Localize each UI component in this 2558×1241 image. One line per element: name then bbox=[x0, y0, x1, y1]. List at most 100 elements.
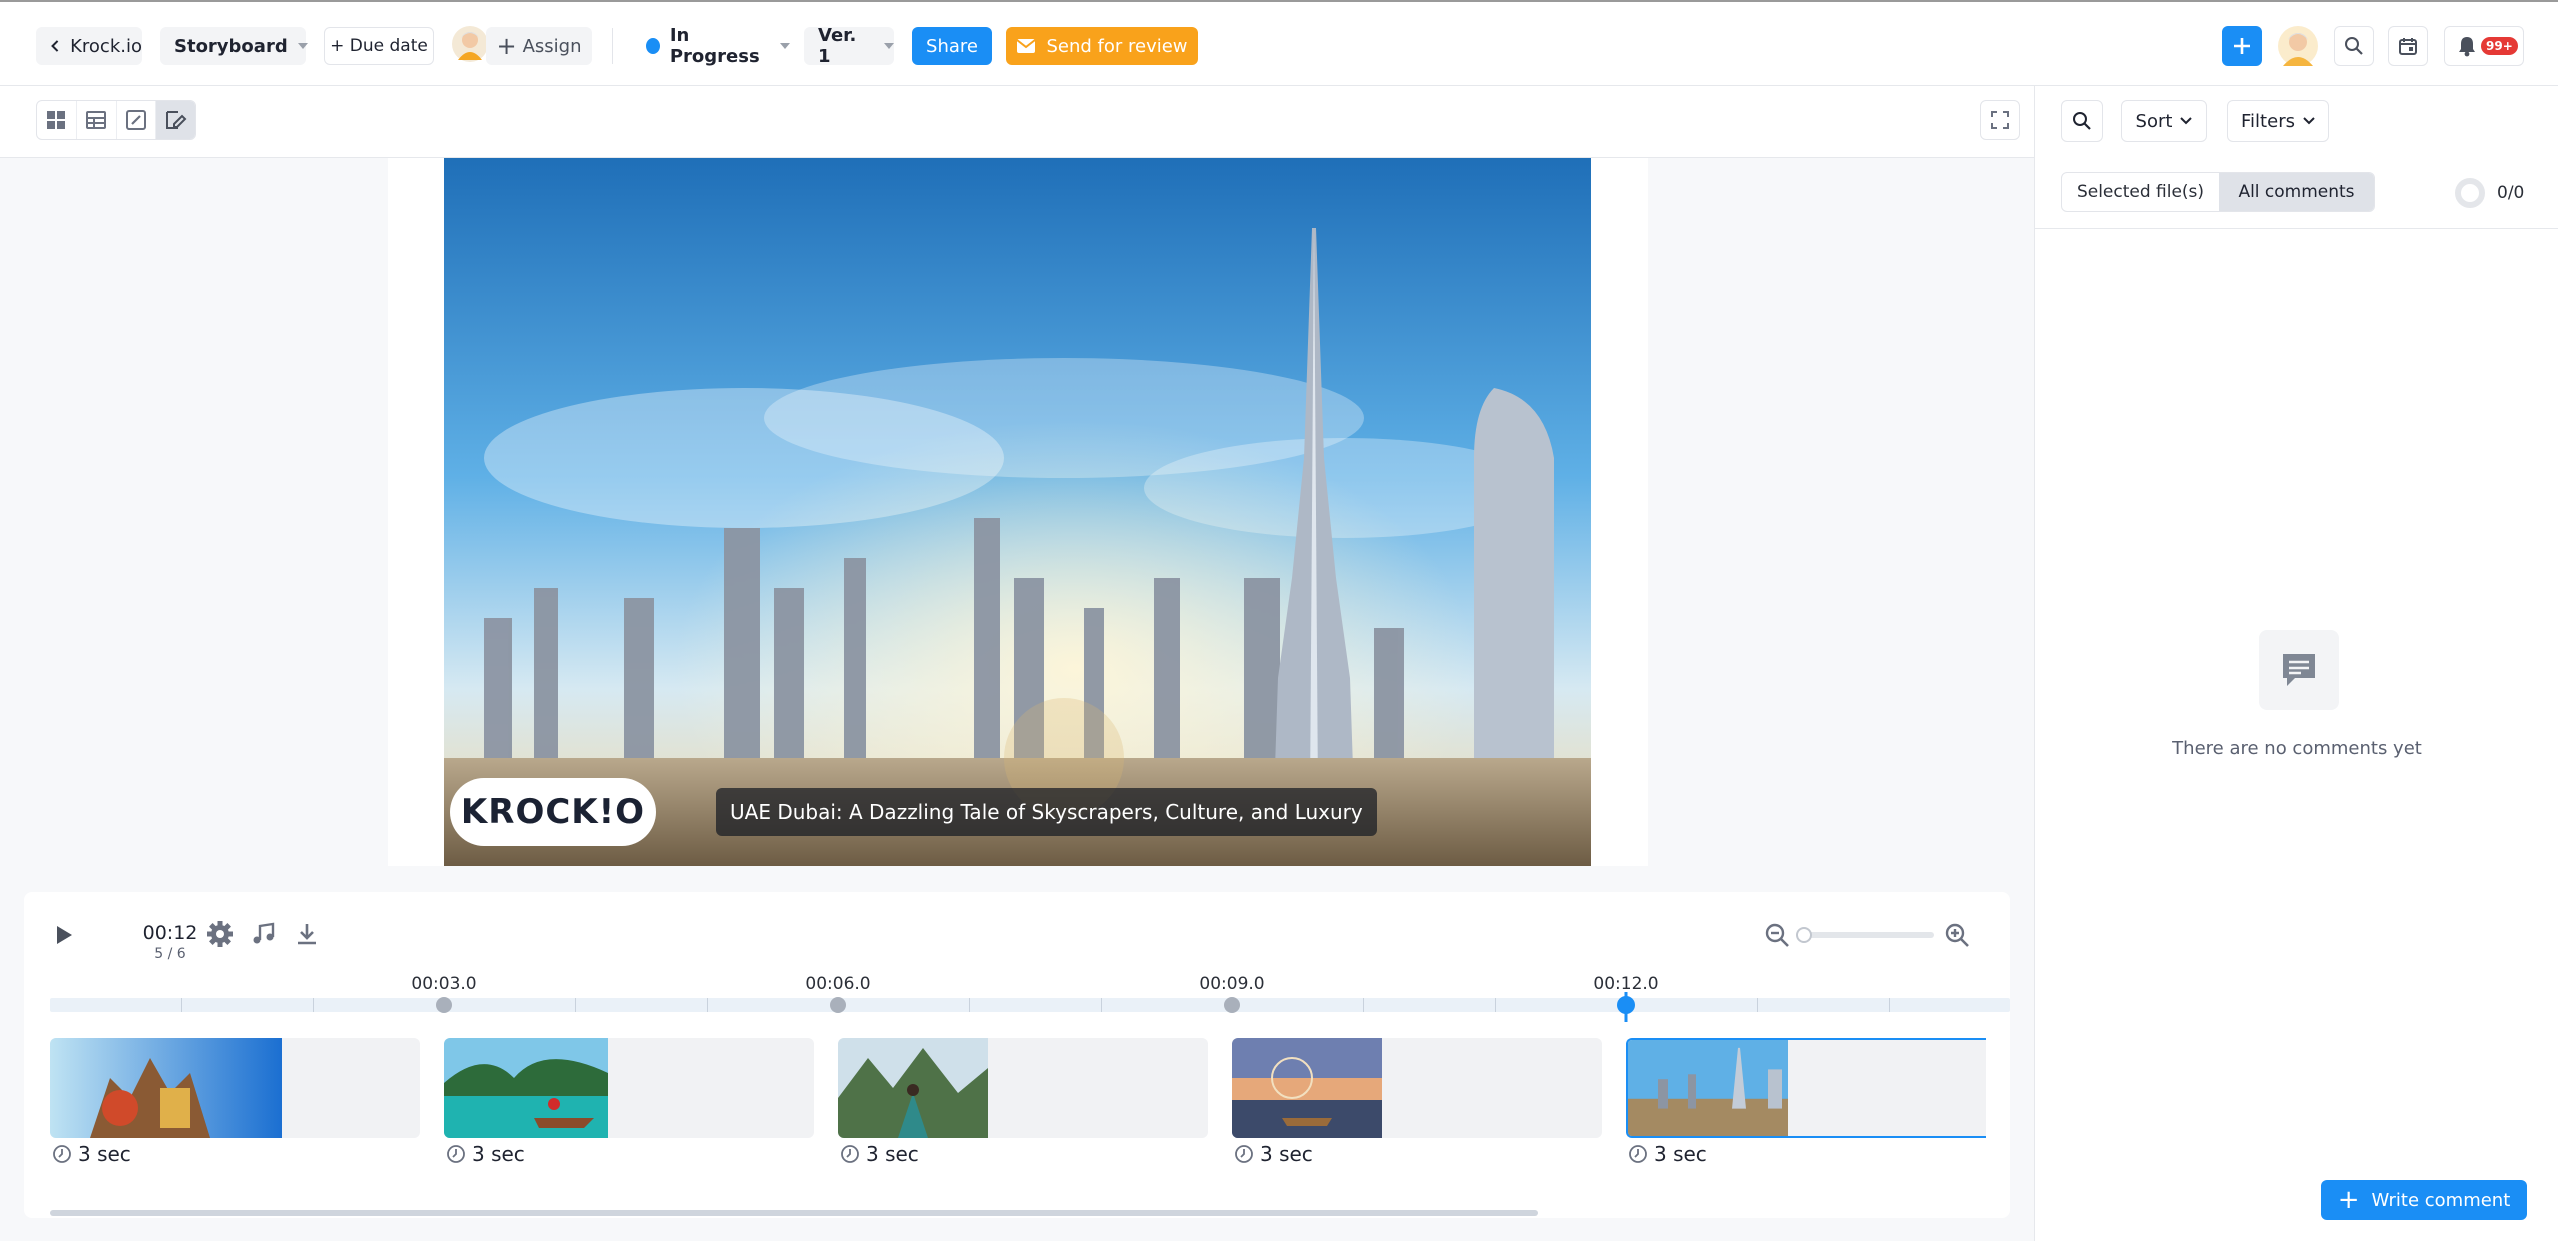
ruler-tick bbox=[706, 998, 708, 1012]
notifications-button[interactable]: 99+ bbox=[2444, 26, 2524, 66]
view-toolbar bbox=[0, 86, 2034, 158]
ruler-tick bbox=[1100, 998, 1102, 1012]
settings-button[interactable] bbox=[206, 920, 234, 953]
add-button[interactable] bbox=[2222, 26, 2262, 66]
ruler-tick bbox=[1757, 998, 1759, 1012]
storyboard-label: Storyboard bbox=[174, 35, 288, 57]
share-button[interactable]: Share bbox=[912, 27, 992, 65]
chevron-down-icon bbox=[2303, 117, 2315, 125]
zoom-out-button[interactable] bbox=[1764, 922, 1790, 953]
clip-duration-label: 3 sec bbox=[1260, 1142, 1313, 1166]
fullscreen-icon bbox=[1991, 111, 2009, 129]
plus-icon bbox=[2234, 38, 2250, 54]
table-view-button[interactable] bbox=[77, 101, 117, 139]
clock-icon bbox=[841, 1145, 859, 1163]
comments-scope-tabs: Selected file(s) All comments bbox=[2061, 172, 2375, 212]
tab-selected-files[interactable]: Selected file(s) bbox=[2062, 173, 2219, 211]
clip-thumbnail-canal-ferris-wheel bbox=[1232, 1038, 1382, 1138]
send-for-review-button[interactable]: Send for review bbox=[1006, 27, 1198, 65]
horizontal-scrollbar[interactable] bbox=[50, 1210, 1538, 1216]
no-comments-icon bbox=[2259, 630, 2339, 710]
tab-all-comments[interactable]: All comments bbox=[2219, 173, 2374, 211]
play-button[interactable] bbox=[54, 924, 74, 951]
clock-icon bbox=[447, 1145, 465, 1163]
search-icon bbox=[2073, 112, 2091, 130]
status-dot-icon bbox=[646, 38, 660, 54]
ruler-tick bbox=[969, 998, 971, 1012]
avatar[interactable] bbox=[452, 26, 488, 62]
view-mode-group bbox=[36, 100, 196, 140]
storyboard-dropdown[interactable]: Storyboard bbox=[160, 27, 308, 65]
version-label: Ver. 1 bbox=[818, 25, 857, 67]
sort-button[interactable]: Sort bbox=[2121, 100, 2207, 142]
timeline-clip[interactable] bbox=[50, 1038, 420, 1138]
canvas-area: KROCK!O UAE Dubai: A Dazzling Tale of Sk… bbox=[0, 158, 2034, 886]
storyboard-frame: KROCK!O UAE Dubai: A Dazzling Tale of Sk… bbox=[388, 158, 1648, 866]
play-icon bbox=[57, 926, 72, 944]
zoom-slider-track[interactable] bbox=[1804, 932, 1934, 938]
dubai-skyline-image bbox=[444, 158, 1591, 866]
grid-view-button[interactable] bbox=[37, 101, 77, 139]
ruler-tick bbox=[575, 998, 577, 1012]
clip-duration-label: 3 sec bbox=[472, 1142, 525, 1166]
playhead-handle[interactable] bbox=[1617, 996, 1635, 1014]
search-button[interactable] bbox=[2334, 26, 2374, 66]
fullscreen-button[interactable] bbox=[1980, 100, 2020, 140]
share-label: Share bbox=[926, 35, 978, 57]
calendar-button[interactable] bbox=[2388, 26, 2428, 66]
frame-image[interactable]: KROCK!O UAE Dubai: A Dazzling Tale of Sk… bbox=[444, 158, 1591, 866]
divider bbox=[2035, 228, 2558, 229]
timeline-clip[interactable] bbox=[444, 1038, 814, 1138]
mail-icon bbox=[1016, 39, 1037, 53]
comments-counter: 0/0 bbox=[2455, 178, 2524, 208]
ruler-tick bbox=[1494, 998, 1496, 1012]
timeline-panel: 00:12 5 / 6 00:03.0 00:06.0 00:09.0 00:1… bbox=[24, 892, 2010, 1218]
user-avatar-icon bbox=[2283, 33, 2313, 66]
clip-duration: 3 sec bbox=[1628, 1142, 1707, 1166]
back-button[interactable]: Krock.io bbox=[36, 27, 142, 65]
zoom-in-button[interactable] bbox=[1944, 922, 1970, 953]
edit-view-button[interactable] bbox=[117, 101, 157, 139]
filters-button[interactable]: Filters bbox=[2227, 100, 2329, 142]
filters-label: Filters bbox=[2241, 110, 2295, 132]
audio-button[interactable] bbox=[252, 922, 276, 951]
version-dropdown[interactable]: Ver. 1 bbox=[804, 25, 894, 67]
user-avatar[interactable] bbox=[2278, 26, 2318, 66]
timeline-ruler[interactable] bbox=[50, 998, 2010, 1012]
download-button[interactable] bbox=[296, 922, 318, 951]
timeline-clip[interactable] bbox=[838, 1038, 1208, 1138]
clock-icon bbox=[1235, 1145, 1253, 1163]
tick-label: 00:03.0 bbox=[411, 974, 477, 994]
due-date-button[interactable]: + Due date bbox=[324, 27, 434, 65]
frame-caption: UAE Dubai: A Dazzling Tale of Skyscraper… bbox=[716, 788, 1377, 836]
storyboard-edit-icon bbox=[165, 111, 187, 129]
storyboard-edit-view-button[interactable] bbox=[156, 101, 195, 139]
progress-ring-icon bbox=[2455, 178, 2485, 208]
tick-label: 00:06.0 bbox=[805, 974, 871, 994]
search-icon bbox=[2345, 37, 2363, 55]
clip-boundary-marker[interactable] bbox=[436, 997, 452, 1013]
comments-search-button[interactable] bbox=[2061, 100, 2103, 142]
timeline-clip-active[interactable] bbox=[1626, 1038, 1986, 1138]
send-review-label: Send for review bbox=[1046, 35, 1188, 57]
ruler-tick bbox=[1888, 998, 1890, 1012]
clip-boundary-marker[interactable] bbox=[830, 997, 846, 1013]
zoom-slider-handle[interactable] bbox=[1796, 927, 1812, 943]
gear-icon bbox=[207, 921, 233, 947]
clip-boundary-marker[interactable] bbox=[1224, 997, 1240, 1013]
notification-badge: 99+ bbox=[2481, 37, 2518, 55]
write-comment-label: Write comment bbox=[2371, 1189, 2511, 1211]
ruler-tick bbox=[312, 998, 314, 1012]
assign-button[interactable]: + Assign bbox=[486, 27, 592, 65]
music-note-icon bbox=[253, 922, 275, 944]
clip-thumbnail-travel-collage bbox=[50, 1038, 282, 1138]
timeline-clip[interactable] bbox=[1232, 1038, 1602, 1138]
chevron-down-icon bbox=[780, 43, 790, 49]
ruler-tick bbox=[181, 998, 183, 1012]
status-dropdown[interactable]: In Progress bbox=[634, 25, 790, 67]
zoom-in-icon bbox=[1945, 923, 1969, 947]
clip-thumbnail-dubai-skyline bbox=[1628, 1040, 1788, 1136]
clip-thumbnail-machu-picchu bbox=[838, 1038, 988, 1138]
write-comment-button[interactable]: + Write comment bbox=[2321, 1180, 2527, 1220]
clip-duration: 3 sec bbox=[52, 1142, 131, 1166]
